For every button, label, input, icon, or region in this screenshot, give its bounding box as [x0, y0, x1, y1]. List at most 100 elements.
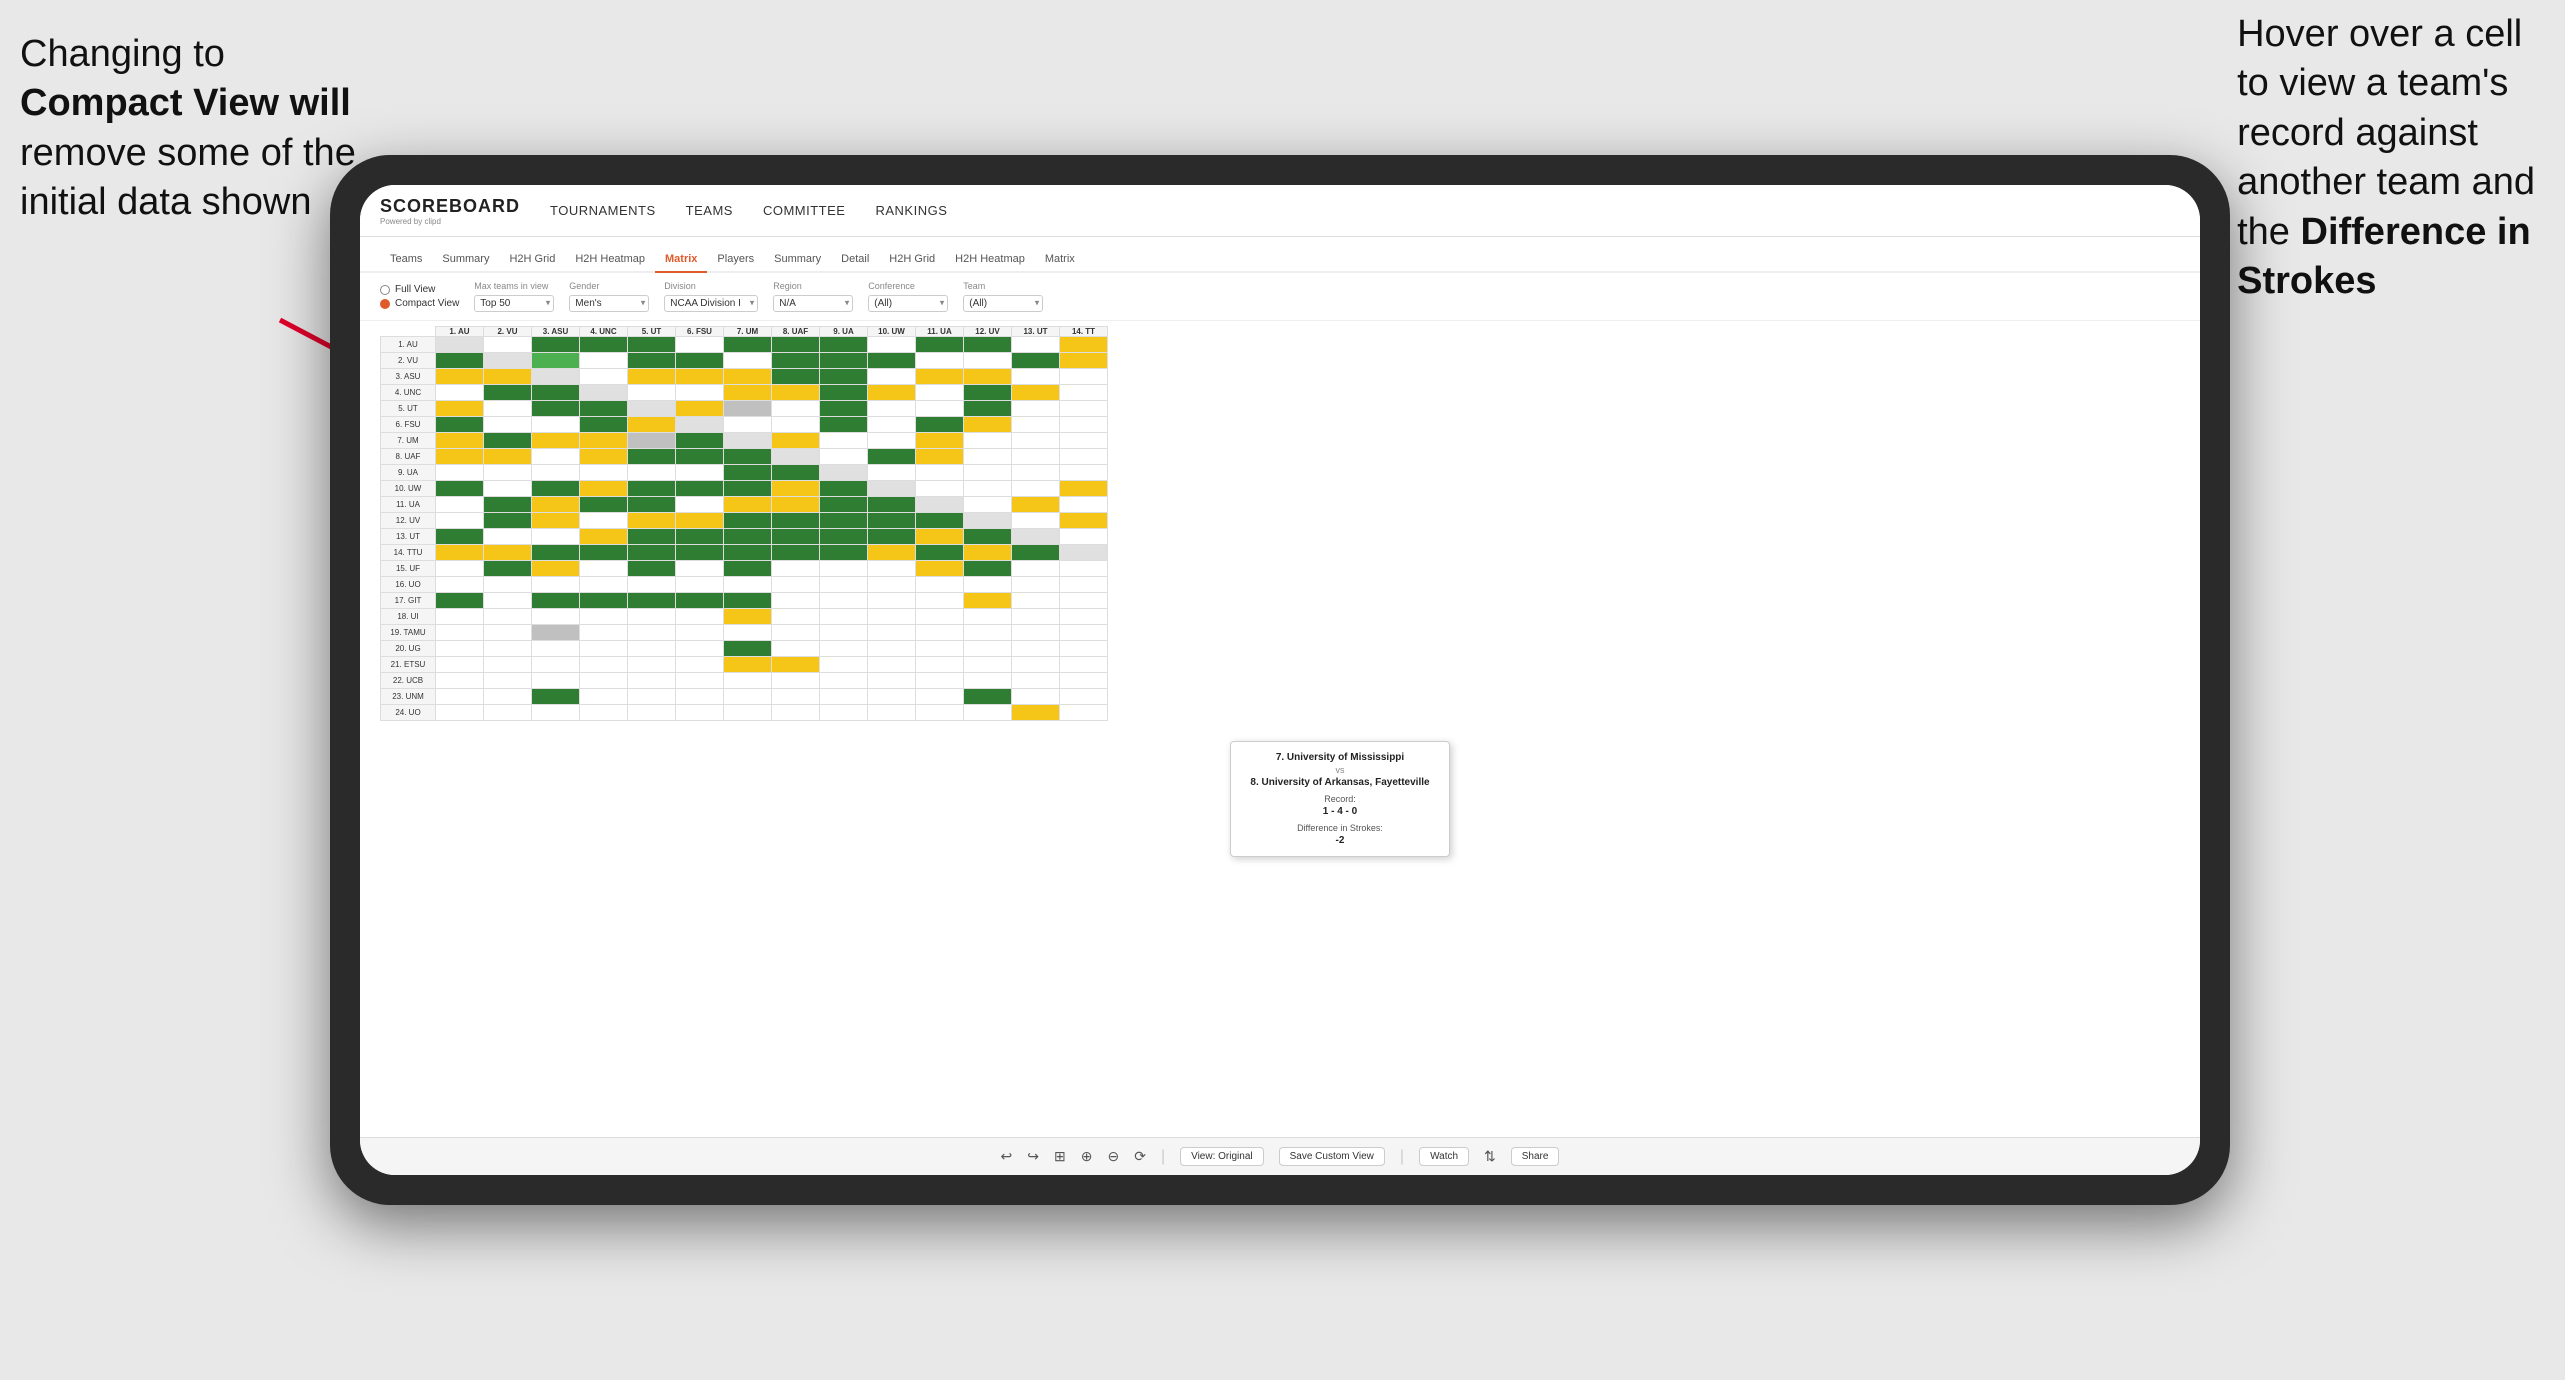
col-header-7: 7. UM	[724, 327, 772, 337]
save-custom-view-button[interactable]: Save Custom View	[1279, 1147, 1385, 1166]
tooltip-vs: vs	[1246, 765, 1434, 775]
filter-region-select[interactable]: N/A	[773, 295, 853, 312]
radio-compact-view[interactable]: Compact View	[380, 298, 459, 309]
undo-icon[interactable]: ↩	[1001, 1148, 1013, 1165]
table-row: 20. UG	[381, 641, 1108, 657]
radio-compact-label: Compact View	[395, 298, 459, 309]
radio-compact-circle	[380, 299, 390, 309]
tab-matrix[interactable]: Matrix	[655, 253, 707, 273]
share-options-icon[interactable]: ⇅	[1484, 1148, 1496, 1165]
zoom-fit-icon[interactable]: ⊞	[1054, 1148, 1066, 1165]
col-header-4: 4. UNC	[580, 327, 628, 337]
table-row: 4. UNC	[381, 385, 1108, 401]
table-row: 23. UNM	[381, 689, 1108, 705]
table-row: 16. UO	[381, 577, 1108, 593]
table-row: 6. FSU	[381, 417, 1108, 433]
tablet-device: SCOREBOARD Powered by clipd TOURNAMENTS …	[330, 155, 2230, 1205]
filter-gender-select[interactable]: Men's	[569, 295, 649, 312]
table-row: 24. UO	[381, 705, 1108, 721]
table-row: 21. ETSU	[381, 657, 1108, 673]
nav-tournaments[interactable]: TOURNAMENTS	[550, 203, 656, 218]
refresh-icon[interactable]: ⟳	[1134, 1148, 1146, 1165]
table-row: 8. UAF	[381, 449, 1108, 465]
redo-icon[interactable]: ↪	[1027, 1148, 1039, 1165]
tab-summary-1[interactable]: Summary	[432, 253, 499, 273]
filter-region-label: Region	[773, 281, 853, 291]
matrix-container: 1. AU 2. VU 3. ASU 4. UNC 5. UT 6. FSU 7…	[360, 321, 2200, 726]
table-row: 10. UW	[381, 481, 1108, 497]
col-header-12: 12. UV	[964, 327, 1012, 337]
col-header-1: 1. AU	[436, 327, 484, 337]
tooltip-strokes-value: -2	[1246, 835, 1434, 846]
radio-full-view[interactable]: Full View	[380, 284, 459, 295]
filter-team: Team (All)	[963, 281, 1043, 312]
filter-max-teams-select[interactable]: Top 50	[474, 295, 554, 312]
nav-teams[interactable]: TEAMS	[686, 203, 733, 218]
cell-tooltip: 7. University of Mississippi vs 8. Unive…	[1230, 741, 1450, 857]
col-header-5: 5. UT	[628, 327, 676, 337]
app-logo-sub: Powered by clipd	[380, 217, 520, 226]
view-toggle: Full View Compact View	[380, 284, 459, 309]
filter-team-select[interactable]: (All)	[963, 295, 1043, 312]
controls-row: Full View Compact View Max teams in view…	[360, 273, 2200, 321]
filter-division-label: Division	[664, 281, 758, 291]
share-button[interactable]: Share	[1511, 1147, 1560, 1166]
filter-team-label: Team	[963, 281, 1043, 291]
filter-conference-wrap: (All)	[868, 293, 948, 312]
col-header-11: 11. UA	[916, 327, 964, 337]
app-header: SCOREBOARD Powered by clipd TOURNAMENTS …	[360, 185, 2200, 237]
table-row: 13. UT	[381, 529, 1108, 545]
table-row: 12. UV	[381, 513, 1108, 529]
tooltip-strokes-label: Difference in Strokes:	[1246, 823, 1434, 833]
app-logo: SCOREBOARD	[380, 196, 520, 217]
tab-h2h-heatmap-2[interactable]: H2H Heatmap	[945, 253, 1035, 273]
col-header-9: 9. UA	[820, 327, 868, 337]
zoom-in-icon[interactable]: ⊕	[1081, 1148, 1093, 1165]
filter-region-wrap: N/A	[773, 293, 853, 312]
zoom-out-icon[interactable]: ⊖	[1107, 1148, 1119, 1165]
col-header-8: 8. UAF	[772, 327, 820, 337]
table-row: 14. TTU	[381, 545, 1108, 561]
col-header-3: 3. ASU	[532, 327, 580, 337]
tab-summary-2[interactable]: Summary	[764, 253, 831, 273]
tab-h2h-heatmap-1[interactable]: H2H Heatmap	[565, 253, 655, 273]
logo-area: SCOREBOARD Powered by clipd	[380, 196, 520, 226]
table-row: 7. UM	[381, 433, 1108, 449]
nav-rankings[interactable]: RANKINGS	[875, 203, 947, 218]
col-header-13: 13. UT	[1012, 327, 1060, 337]
table-row: 15. UF	[381, 561, 1108, 577]
col-header-2: 2. VU	[484, 327, 532, 337]
table-row: 19. TAMU	[381, 625, 1108, 641]
nav-bar: TOURNAMENTS TEAMS COMMITTEE RANKINGS	[550, 203, 947, 218]
table-row: 22. UCB	[381, 673, 1108, 689]
matrix-area[interactable]: 1. AU 2. VU 3. ASU 4. UNC 5. UT 6. FSU 7…	[360, 321, 2200, 1137]
table-row: 11. UA	[381, 497, 1108, 513]
filter-division-select[interactable]: NCAA Division I	[664, 295, 758, 312]
view-original-button[interactable]: View: Original	[1180, 1147, 1264, 1166]
filter-division-wrap: NCAA Division I	[664, 293, 758, 312]
table-row: 9. UA	[381, 465, 1108, 481]
filter-conference-select[interactable]: (All)	[868, 295, 948, 312]
tab-h2h-grid-2[interactable]: H2H Grid	[879, 253, 945, 273]
annotation-right: Hover over a cell to view a team's recor…	[2237, 10, 2535, 306]
tab-detail[interactable]: Detail	[831, 253, 879, 273]
filter-max-teams-wrap: Top 50	[474, 293, 554, 312]
tooltip-record-value: 1 - 4 - 0	[1246, 806, 1434, 817]
table-row: 17. GIT	[381, 593, 1108, 609]
table-row: 5. UT	[381, 401, 1108, 417]
col-header-14: 14. TT	[1060, 327, 1108, 337]
tab-h2h-grid-1[interactable]: H2H Grid	[499, 253, 565, 273]
nav-committee[interactable]: COMMITTEE	[763, 203, 846, 218]
table-row: 2. VU	[381, 353, 1108, 369]
table-row: 1. AU	[381, 337, 1108, 353]
tablet-screen: SCOREBOARD Powered by clipd TOURNAMENTS …	[360, 185, 2200, 1175]
filter-conference-label: Conference	[868, 281, 948, 291]
col-header-6: 6. FSU	[676, 327, 724, 337]
tab-teams[interactable]: Teams	[380, 253, 432, 273]
watch-button[interactable]: Watch	[1419, 1147, 1469, 1166]
filter-gender-wrap: Men's	[569, 293, 649, 312]
filter-region: Region N/A	[773, 281, 853, 312]
tab-players[interactable]: Players	[707, 253, 764, 273]
tab-matrix-2[interactable]: Matrix	[1035, 253, 1085, 273]
app-content: Full View Compact View Max teams in view…	[360, 273, 2200, 1175]
